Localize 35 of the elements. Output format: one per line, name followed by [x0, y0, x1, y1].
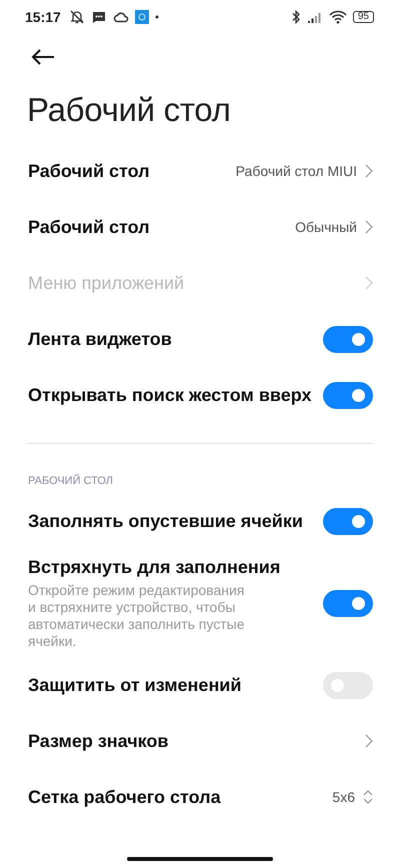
setting-description: Откройте режим редактирования и встряхните устройство, чтобы автоматически заполнить пустые ячейки.: [28, 582, 246, 650]
toggle-switch[interactable]: [323, 508, 373, 534]
toggle-switch[interactable]: [323, 326, 373, 352]
toggle-switch[interactable]: [323, 382, 373, 408]
chevron-icon: [365, 276, 373, 290]
up-down-icon: [363, 789, 373, 805]
signal-icon: [306, 10, 323, 24]
setting-label: Открывать поиск жестом вверх: [28, 384, 312, 406]
battery-icon: 95: [352, 11, 374, 23]
setting-label: Меню приложений: [28, 272, 186, 294]
setting-label: Рабочий стол: [28, 216, 151, 238]
page-title: Рабочий стол: [27, 91, 232, 130]
setting-label: Встряхнуть для заполнения: [28, 556, 282, 578]
setting-label: Рабочий стол: [28, 160, 151, 182]
status-time: 15:17: [25, 9, 61, 25]
bluetooth-icon: [290, 9, 301, 25]
chevron-icon: [365, 220, 373, 234]
setting-label: Защитить от изменений: [28, 674, 242, 696]
section-header: РАБОЧИЙ СТОЛ: [28, 475, 114, 487]
setting-label: Заполнять опустевшие ячейки: [28, 510, 304, 532]
wifi-icon: [328, 10, 347, 24]
chevron-icon: [365, 734, 373, 748]
setting-value: 5x6: [332, 789, 355, 805]
setting-label: Лента виджетов: [28, 328, 173, 350]
toggle-switch[interactable]: [323, 590, 373, 616]
chevron-icon: [365, 164, 373, 178]
app-icon: [134, 10, 149, 24]
muted-bell-icon: [68, 9, 85, 25]
setting-value: Рабочий стол MIUI: [236, 163, 357, 179]
dot-icon: [154, 15, 159, 19]
setting-value: Обычный: [295, 219, 357, 235]
message-icon: [90, 9, 107, 25]
setting-label: Размер значков: [28, 730, 170, 752]
back-icon[interactable]: [31, 48, 55, 66]
setting-label: Сетка рабочего стола: [28, 786, 222, 808]
